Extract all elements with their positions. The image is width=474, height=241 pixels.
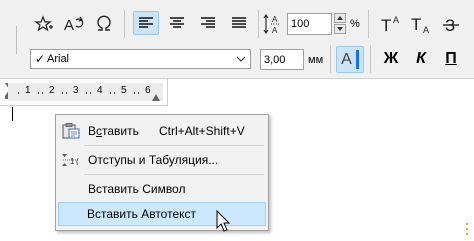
menu-item-label: Вставить bbox=[88, 124, 139, 138]
resize-grip-icon[interactable] bbox=[463, 222, 471, 236]
separator bbox=[124, 10, 125, 38]
menu-item-indents-tabs[interactable]: 1( Отступы и Табуляция... bbox=[58, 148, 266, 172]
separator bbox=[258, 10, 259, 38]
ruler-tick bbox=[42, 92, 43, 94]
svg-text:A: A bbox=[272, 26, 278, 35]
ruler-tick bbox=[114, 92, 115, 94]
ruler-tick bbox=[90, 92, 91, 94]
svg-text:A: A bbox=[393, 15, 399, 25]
line-spacing-unit: % bbox=[350, 18, 360, 30]
underline-button[interactable]: П bbox=[438, 47, 464, 71]
bold-button[interactable]: Ж bbox=[378, 47, 404, 71]
indent-tab-icon: 1( bbox=[61, 152, 81, 168]
menu-item-label: Вставить Символ bbox=[88, 182, 186, 196]
svg-text:A: A bbox=[423, 25, 429, 34]
ruler-number: 1 bbox=[25, 85, 31, 96]
line-spacing-icon: AA bbox=[263, 13, 285, 35]
toolbar-grip[interactable] bbox=[16, 26, 17, 54]
ruler-tick bbox=[62, 92, 63, 94]
align-left-icon[interactable] bbox=[133, 11, 159, 35]
menu-item-paste[interactable]: Вставить Ctrl+Alt+Shift+V bbox=[58, 119, 266, 143]
menu-item-insert-symbol[interactable]: Вставить Символ bbox=[58, 177, 266, 201]
svg-text:T: T bbox=[381, 16, 391, 34]
ruler-scale: 1 2 3 4 5 6 bbox=[8, 83, 163, 101]
chevron-down-icon[interactable] bbox=[232, 56, 250, 62]
ruler-number: 4 bbox=[97, 85, 103, 96]
svg-text:A: A bbox=[64, 17, 74, 33]
font-size-unit: мм bbox=[308, 54, 324, 66]
ruler-number: 6 bbox=[145, 85, 151, 96]
strikethrough-icon[interactable]: З bbox=[438, 12, 464, 36]
ruler-tick bbox=[18, 92, 19, 94]
ruler-number: 3 bbox=[73, 85, 79, 96]
right-indent-marker-icon[interactable] bbox=[151, 91, 161, 101]
ruler-number: 2 bbox=[49, 85, 55, 96]
menu-item-label: Отступы и Табуляция... bbox=[88, 153, 219, 167]
superscript-icon[interactable]: TA bbox=[378, 12, 404, 36]
star-plus-icon[interactable] bbox=[32, 13, 56, 35]
menu-item-shortcut: Ctrl+Alt+Shift+V bbox=[159, 124, 245, 138]
ruler-number: 5 bbox=[121, 85, 127, 96]
menu-separator bbox=[84, 145, 264, 146]
svg-text:A: A bbox=[272, 15, 278, 24]
text-toolbar: A AA 100 % TA TA З ✓ Arial 3,00 мм A Ж К… bbox=[0, 0, 474, 79]
menu-item-label: Вставить Автотекст bbox=[87, 207, 197, 221]
subscript-icon[interactable]: TA bbox=[408, 12, 434, 36]
align-center-icon[interactable] bbox=[164, 11, 190, 35]
separator bbox=[368, 10, 369, 38]
mouse-pointer-icon bbox=[216, 209, 232, 234]
svg-text:1: 1 bbox=[70, 157, 75, 166]
text-ruler[interactable]: 1 2 3 4 5 6 bbox=[0, 79, 168, 106]
align-right-icon[interactable] bbox=[195, 11, 221, 35]
omega-icon[interactable] bbox=[92, 13, 116, 35]
ruler-tick bbox=[86, 92, 87, 94]
text-color-swatch bbox=[355, 50, 359, 69]
paste-icon bbox=[61, 123, 81, 139]
font-size-input[interactable]: 3,00 bbox=[260, 49, 304, 70]
ruler-tick bbox=[38, 92, 39, 94]
ruler-tick bbox=[66, 92, 67, 94]
separator bbox=[370, 45, 371, 73]
menu-item-insert-autotext[interactable]: Вставить Автотекст bbox=[58, 202, 266, 226]
stepper-down[interactable] bbox=[334, 24, 346, 34]
menu-separator bbox=[84, 174, 264, 175]
italic-button[interactable]: К bbox=[408, 47, 434, 71]
line-spacing-input[interactable]: 100 bbox=[287, 13, 332, 35]
font-family-select[interactable]: ✓ Arial bbox=[30, 49, 251, 69]
font-name: Arial bbox=[47, 53, 70, 65]
align-justify-icon[interactable] bbox=[226, 11, 252, 35]
svg-text:(: ( bbox=[76, 157, 79, 166]
text-replace-icon[interactable]: A bbox=[62, 13, 88, 35]
stepper-up[interactable] bbox=[334, 13, 346, 23]
context-menu: Вставить Ctrl+Alt+Shift+V 1( Отступы и Т… bbox=[55, 114, 269, 231]
text-color-button[interactable]: A bbox=[336, 46, 364, 73]
text-cursor bbox=[12, 107, 13, 121]
font-check-icon: ✓ bbox=[34, 52, 46, 66]
text-color-label: A bbox=[341, 50, 352, 68]
line-spacing-stepper[interactable] bbox=[334, 13, 346, 35]
separator bbox=[330, 45, 331, 73]
ruler-tick bbox=[138, 92, 139, 94]
ruler-tick bbox=[134, 92, 135, 94]
svg-text:T: T bbox=[411, 15, 421, 34]
ruler-tick bbox=[110, 92, 111, 94]
